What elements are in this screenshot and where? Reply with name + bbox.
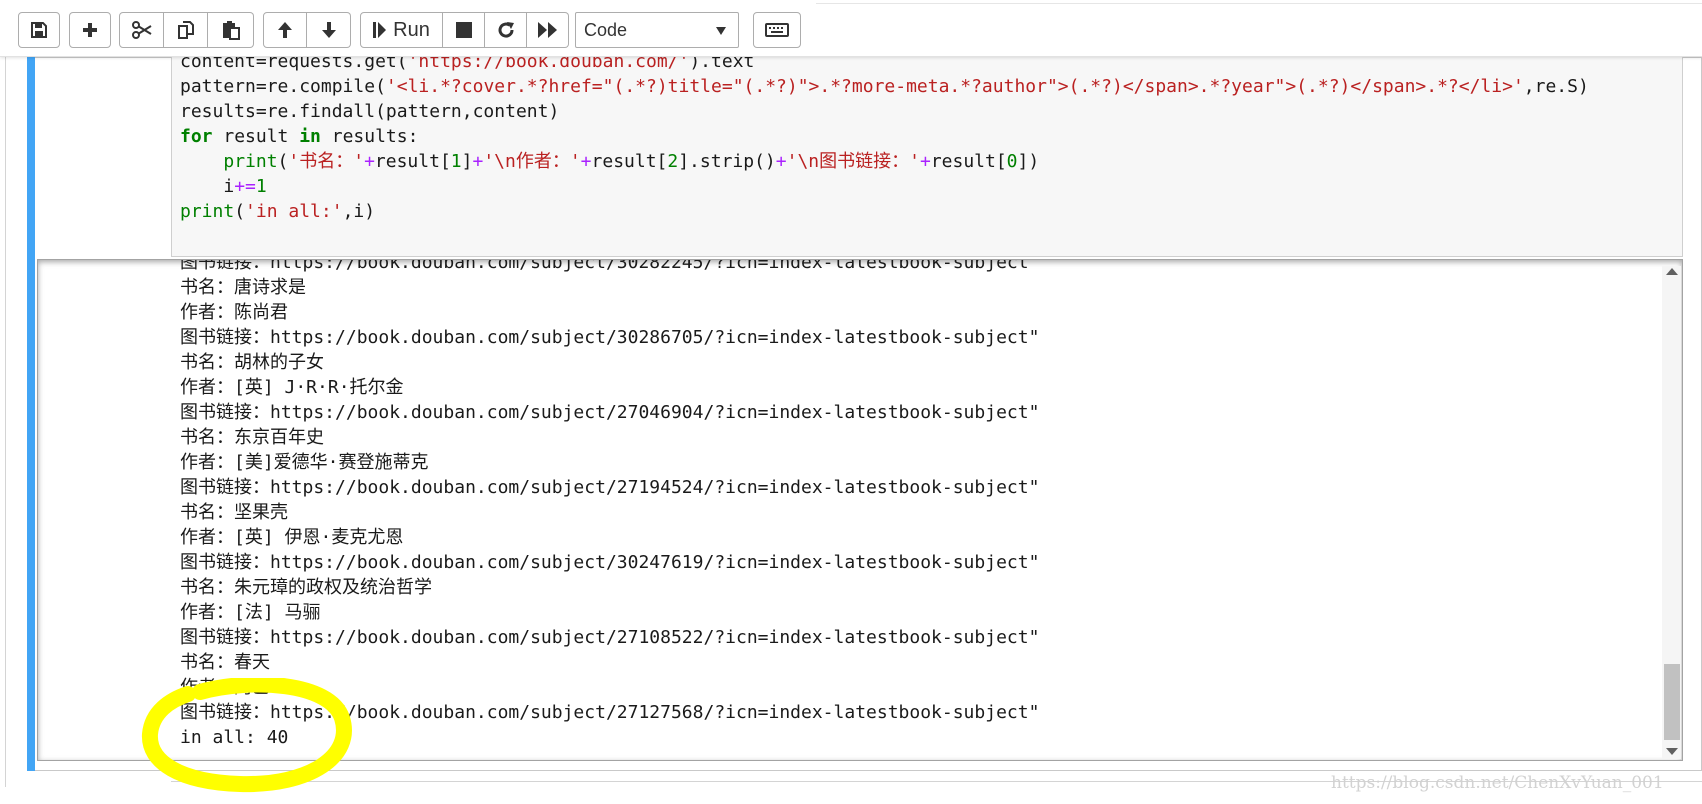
- code-line-2: pattern=re.compile('<li.*?cover.*?href="…: [180, 76, 1589, 97]
- output-line: 书名：胡林的子女: [180, 352, 324, 373]
- scroll-down-arrow-icon[interactable]: [1666, 748, 1678, 755]
- output-line: 图书链接：https://book.douban.com/subject/302…: [180, 259, 1040, 273]
- output-line: 作者：[英] J·R·R·托尔金: [180, 377, 404, 398]
- paste-icon: [221, 20, 241, 40]
- insert-cell-button[interactable]: [69, 12, 111, 48]
- cut-button[interactable]: [119, 12, 164, 48]
- copy-icon: [176, 20, 196, 40]
- output-line: 图书链接：https://book.douban.com/subject/302…: [180, 552, 1040, 573]
- output-line: 图书链接：https://book.douban.com/subject/271…: [180, 702, 1040, 723]
- watermark-text: https://blog.csdn.net/ChenXvYuan_001: [1331, 773, 1664, 793]
- output-line: 作者：[美]爱德华·赛登施蒂克: [180, 452, 429, 473]
- output-line: 作者：陈尚君: [180, 302, 288, 323]
- run-button-label: Run: [393, 18, 430, 41]
- output-line: 书名：朱元璋的政权及统治哲学: [180, 577, 432, 598]
- notebook-left-rule: [5, 57, 6, 787]
- restart-button[interactable]: [485, 12, 527, 48]
- paste-button[interactable]: [208, 12, 254, 48]
- scrollbar-thumb[interactable]: [1664, 664, 1680, 740]
- output-line: 书名：唐诗求是: [180, 277, 306, 298]
- output-line: 图书链接：https://book.douban.com/subject/302…: [180, 327, 1040, 348]
- cell-output[interactable]: 图书链接：https://book.douban.com/subject/302…: [37, 259, 1683, 761]
- step-run-icon: [373, 21, 387, 39]
- output-line: 图书链接：https://book.douban.com/subject/270…: [180, 402, 1040, 423]
- code-editor[interactable]: content=requests.get('https://book.douba…: [171, 51, 1683, 257]
- code-line-4: for result in results:: [180, 126, 419, 147]
- scroll-up-arrow-icon[interactable]: [1666, 268, 1678, 275]
- save-icon: [30, 21, 48, 39]
- scissors-icon: [131, 20, 153, 40]
- code-line-6: i+=1: [223, 176, 267, 197]
- keyboard-icon: [765, 22, 789, 38]
- move-down-button[interactable]: [307, 12, 351, 48]
- chevron-down-icon: [716, 27, 726, 35]
- command-palette-button[interactable]: [753, 12, 801, 48]
- output-line: 图书链接：https://book.douban.com/subject/271…: [180, 477, 1040, 498]
- output-text: 图书链接：https://book.douban.com/subject/302…: [180, 259, 1040, 750]
- output-line: 书名：春天: [180, 652, 270, 673]
- cell-type-value: Code: [584, 19, 628, 40]
- stop-icon: [455, 22, 472, 38]
- arrow-up-icon: [276, 20, 294, 40]
- code-line-3: results=re.findall(pattern,content): [180, 101, 560, 122]
- code-line-7: print('in all:',i): [180, 201, 376, 222]
- output-total-line: in all: 40: [180, 727, 289, 748]
- copy-button[interactable]: [164, 12, 208, 48]
- restart-icon: [496, 20, 516, 40]
- output-line: 作者：[英] 伊恩·麦克尤恩: [180, 527, 404, 548]
- notebook-toolbar: Run Code: [0, 0, 1702, 57]
- restart-run-all-button[interactable]: [527, 12, 569, 48]
- save-button[interactable]: [18, 12, 60, 48]
- cell-selection-bar: [27, 57, 35, 771]
- interrupt-button[interactable]: [443, 12, 485, 48]
- output-line: 书名：坚果壳: [180, 502, 288, 523]
- plus-icon: [81, 21, 99, 39]
- fast-forward-icon: [537, 21, 559, 39]
- output-line: 作者：阿乙: [180, 677, 270, 698]
- move-up-button[interactable]: [263, 12, 307, 48]
- cell-type-select[interactable]: Code: [575, 12, 739, 48]
- output-line: 图书链接：https://book.douban.com/subject/271…: [180, 627, 1040, 648]
- output-line: 书名：东京百年史: [180, 427, 324, 448]
- run-button[interactable]: Run: [360, 12, 443, 48]
- output-line: 作者：[法] 马骊: [180, 602, 321, 623]
- header-divider: [816, 3, 1702, 4]
- code-line-5: print('书名：'+result[1]+'\n作者：'+result[2].…: [223, 151, 1040, 172]
- arrow-down-icon: [320, 20, 338, 40]
